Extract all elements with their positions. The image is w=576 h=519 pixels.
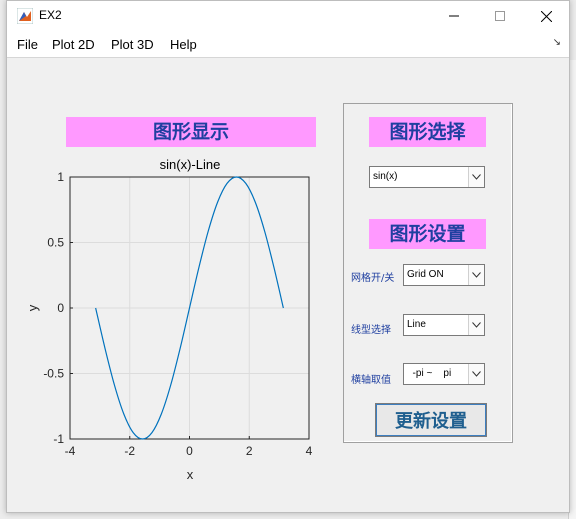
sine-chart: sin(x)-Line -4 -2 0 2 4 1 0.5 0 -0.5 -1 x y (25, 157, 313, 482)
linetype-label: 线型选择 (351, 325, 391, 336)
menu-plot-2d[interactable]: Plot 2D (52, 37, 95, 52)
grid-label: 网格开/关 (351, 273, 395, 284)
menu-plot-3d[interactable]: Plot 3D (111, 37, 154, 52)
grid-dropdown-value: Grid ON (407, 269, 444, 280)
x-tick-label: -4 (65, 444, 76, 458)
figure-content: 图形显示 sin(x)-Line -4 -2 0 2 4 1 0.5 0 -0.5 -1 x y … (7, 58, 569, 512)
display-header: 图形显示 (66, 117, 316, 147)
function-dropdown[interactable]: sin(x) (369, 166, 485, 188)
menu-file[interactable]: File (17, 37, 38, 52)
y-tick-label: -0.5 (43, 367, 64, 381)
chevron-down-icon[interactable] (468, 315, 484, 335)
close-button[interactable] (523, 1, 569, 31)
x-tick-label: -2 (124, 444, 135, 458)
x-tick-label: 0 (186, 444, 193, 458)
menu-help[interactable]: Help (170, 37, 197, 52)
function-dropdown-value: sin(x) (373, 171, 398, 182)
linetype-dropdown[interactable]: Line (403, 314, 485, 336)
app-window: EX2 File Plot 2D Plot 3D Help ↘ 图形显示 sin… (6, 0, 570, 513)
chevron-down-icon[interactable] (468, 265, 484, 285)
x-tick-label: 2 (246, 444, 253, 458)
minimize-icon (449, 15, 459, 17)
x-axis-label: x (187, 467, 194, 482)
range-label: 横轴取值 (351, 375, 391, 386)
settings-header: 图形设置 (369, 219, 486, 249)
chart-title: sin(x)-Line (160, 157, 221, 172)
y-tick-label: 0 (57, 301, 64, 315)
title-bar: EX2 (7, 1, 569, 31)
range-dropdown-value: -pi ~ pi (407, 368, 452, 379)
window-title: EX2 (39, 8, 62, 22)
y-tick-label: -1 (53, 432, 64, 446)
grid-dropdown[interactable]: Grid ON (403, 264, 485, 286)
dock-arrow-icon[interactable]: ↘ (553, 37, 561, 48)
close-icon (540, 10, 552, 22)
range-dropdown[interactable]: -pi ~ pi (403, 363, 485, 385)
maximize-button[interactable] (477, 1, 523, 31)
chevron-down-icon[interactable] (468, 167, 484, 187)
menu-bar: File Plot 2D Plot 3D Help ↘ (7, 31, 569, 58)
maximize-icon (495, 11, 505, 21)
axis-tick-labels: -4 -2 0 2 4 1 0.5 0 -0.5 -1 (43, 170, 312, 458)
chevron-down-icon[interactable] (468, 364, 484, 384)
select-header: 图形选择 (369, 117, 486, 147)
y-tick-label: 1 (57, 170, 64, 184)
minimize-button[interactable] (431, 1, 477, 31)
x-tick-label: 4 (306, 444, 313, 458)
update-settings-button[interactable]: 更新设置 (375, 403, 487, 437)
y-axis-label: y (25, 304, 40, 311)
y-tick-label: 0.5 (47, 236, 64, 250)
matlab-app-icon (17, 8, 33, 24)
linetype-dropdown-value: Line (407, 319, 426, 330)
